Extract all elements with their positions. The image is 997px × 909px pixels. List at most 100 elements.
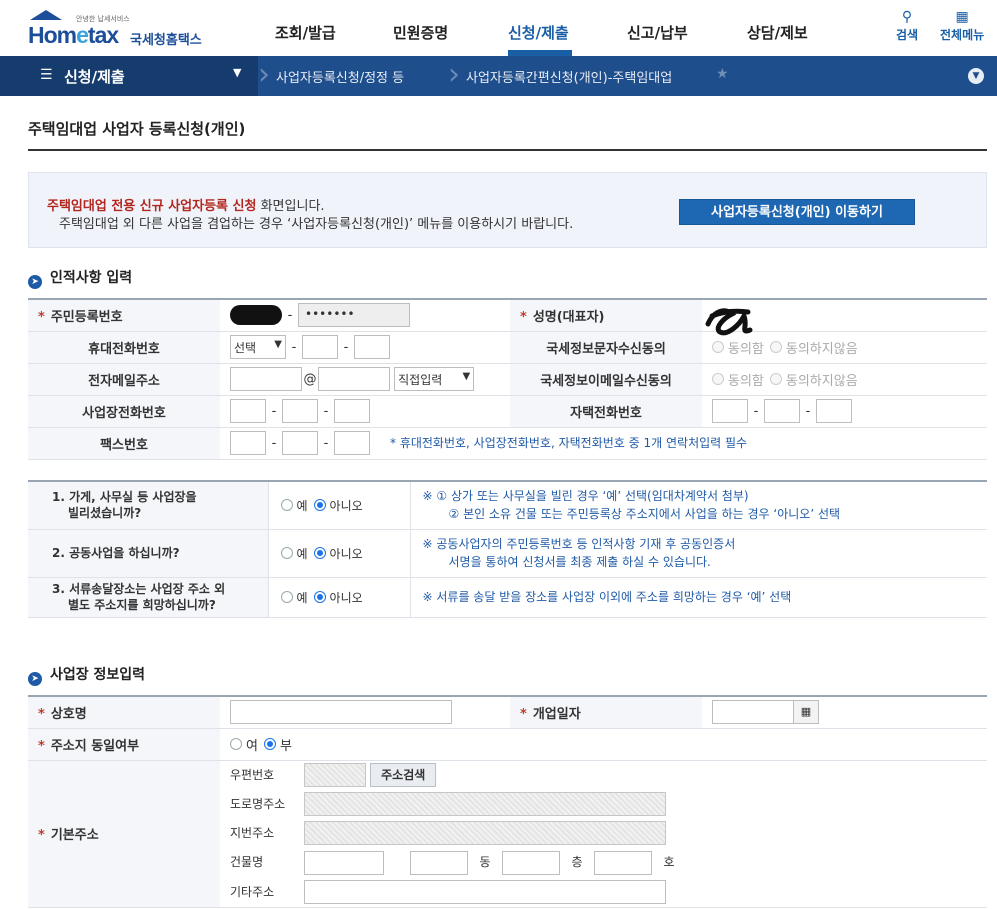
zip-input xyxy=(304,762,366,787)
breadcrumb-level2[interactable]: 사업자등록신청/정정 등 xyxy=(276,67,404,86)
rrn-back-field: ••••••• xyxy=(298,303,410,328)
home-phone-last-input[interactable] xyxy=(816,399,852,423)
email-domain-select[interactable]: 직접입력 ▼ xyxy=(394,367,475,391)
biz-phone-mid-input[interactable] xyxy=(282,399,318,423)
zip-row: 우편번호 주소검색 xyxy=(230,761,987,790)
question-2: 2. 공동사업을 하십니까? xyxy=(28,529,268,578)
etc-address-input[interactable] xyxy=(304,879,666,904)
email-id-input[interactable] xyxy=(230,367,302,391)
same-address-no-label: 부 xyxy=(279,738,292,754)
header-allmenu-button[interactable]: ▦ 전체메뉴 xyxy=(940,8,984,43)
trade-name-input[interactable] xyxy=(230,700,452,725)
home-phone-area-input[interactable] xyxy=(712,399,748,423)
q3-no-radio[interactable] xyxy=(313,591,326,603)
sms-consent-label: 국세정보문자수신동의 xyxy=(510,331,702,364)
basic-address-label-text: 기본주소 xyxy=(50,828,99,844)
question-1-options: 예 아니오 xyxy=(267,480,410,530)
fax-area-input[interactable] xyxy=(230,431,266,455)
location-menu-dropdown[interactable]: ☰ 신청/제출 ▼ xyxy=(0,56,258,96)
hometax-logo[interactable]: 안녕한 납세서비스 Hometax 국세청홈택스 xyxy=(28,10,218,50)
q1-note-line1: ※ ① 상가 또는 사무실을 빌린 경우 ‘예’ 선택(임대차계약서 첨부) xyxy=(422,489,749,504)
gnb-menu-certificate[interactable]: 민원증명 xyxy=(393,22,448,43)
dash: - xyxy=(271,403,277,419)
grid-icon: ▦ xyxy=(955,9,969,25)
trade-name-label: * 상호명 xyxy=(28,695,220,729)
rrn-label: * 주민등록번호 xyxy=(28,298,220,332)
gnb-menu-application[interactable]: 신청/제출 xyxy=(508,22,569,43)
mobile-last-input[interactable] xyxy=(354,335,390,359)
location-menu-label: 신청/제출 xyxy=(64,68,125,86)
lot-address-row: 지번주소 xyxy=(230,819,987,848)
goto-individual-registration-button[interactable]: 사업자등록신청(개인) 이동하기 xyxy=(679,199,915,225)
question-3-note: ※ 서류를 송달 받을 장소를 사업장 이외에 주소를 희망하는 경우 ‘예’ … xyxy=(409,577,987,618)
email-at: @ xyxy=(303,371,317,387)
logo-brand-part: Hom xyxy=(28,22,77,48)
open-date-cell: ▦ xyxy=(702,695,987,729)
breadcrumb-level3[interactable]: 사업자등록간편신청(개인)-주택임대업 xyxy=(466,67,672,86)
zip-label: 우편번호 xyxy=(230,767,275,782)
q2-no-radio[interactable] xyxy=(313,547,326,559)
building-ho-input[interactable] xyxy=(594,850,652,875)
fax-mid-input[interactable] xyxy=(282,431,318,455)
email-consent-label: 국세정보이메일수신동의 xyxy=(510,363,702,396)
calendar-icon[interactable]: ▦ xyxy=(793,700,819,725)
gnb-menu-report[interactable]: 신고/납부 xyxy=(627,22,688,43)
dong-unit: 동 xyxy=(479,855,491,870)
expand-chevron-icon[interactable]: ▼ xyxy=(968,68,984,84)
sms-disagree-radio[interactable] xyxy=(769,341,782,353)
lot-address-input xyxy=(304,821,666,846)
building-dong-input[interactable] xyxy=(410,850,468,875)
address-search-button[interactable]: 주소검색 xyxy=(370,762,437,787)
favorite-star-icon[interactable]: ★ xyxy=(716,66,729,82)
sms-disagree-label: 동의하지않음 xyxy=(785,341,858,357)
q3-no-label: 아니오 xyxy=(329,590,363,605)
same-address-no-radio[interactable] xyxy=(263,738,276,750)
same-address-yes-radio[interactable] xyxy=(230,738,242,750)
q2-yes-radio[interactable] xyxy=(280,547,293,559)
mobile-prefix-select[interactable]: 선택 ▼ xyxy=(230,335,286,359)
building-floor-input[interactable] xyxy=(502,850,560,875)
question-2-note: ※ 공동사업자의 주민등록번호 등 인적사항 기재 후 공동인증서 서명을 통하여… xyxy=(409,529,987,578)
fax-last-input[interactable] xyxy=(334,431,370,455)
road-address-row: 도로명주소 xyxy=(230,790,987,819)
q1-no-radio[interactable] xyxy=(313,499,326,512)
gnb-menu-consult[interactable]: 상담/제보 xyxy=(747,22,808,43)
page-title: 주택임대업 사업자 등록신청(개인) xyxy=(28,120,246,138)
notice-line1: 주택임대업 전용 신규 사업자등록 신청 화면입니다. xyxy=(47,195,325,214)
biz-phone-label: 사업장전화번호 xyxy=(28,395,220,428)
hamburger-icon: ☰ xyxy=(40,67,53,83)
notice-box: 주택임대업 전용 신규 사업자등록 신청 화면입니다. 주택임대업 외 다른 사… xyxy=(28,172,987,248)
q1-yes-radio[interactable] xyxy=(280,499,293,512)
email-consent-cell: 동의함 동의하지않음 xyxy=(702,363,987,396)
required-mark: * xyxy=(520,706,527,722)
email-domain-input[interactable] xyxy=(318,367,390,391)
email-agree-radio[interactable] xyxy=(712,373,724,385)
header-search-button[interactable]: ⚲ 검색 xyxy=(896,8,918,43)
building-name-input[interactable] xyxy=(304,850,384,875)
same-address-label-text: 주소지 동일여부 xyxy=(50,738,140,754)
basic-address-cell: 우편번호 주소검색 도로명주소 지번주소 건물명 동 층 호 기타주소 xyxy=(220,760,987,908)
logo-brand: Hometax xyxy=(28,22,119,49)
required-mark: * xyxy=(38,738,45,754)
open-date-input[interactable] xyxy=(712,700,794,725)
building-row: 건물명 동 층 호 xyxy=(230,848,987,877)
floor-unit: 층 xyxy=(571,855,583,870)
biz-phone-area-input[interactable] xyxy=(230,399,266,423)
same-address-yes-label: 여 xyxy=(246,738,258,754)
mobile-mid-input[interactable] xyxy=(302,335,338,359)
search-icon: ⚲ xyxy=(901,9,913,25)
sms-agree-radio[interactable] xyxy=(712,341,724,353)
q3-yes-radio[interactable] xyxy=(280,591,293,603)
question-1-line2: 빌리셨습니까? xyxy=(68,506,142,521)
question-1-line1: 1. 가게, 사무실 등 사업장을 xyxy=(52,490,197,505)
gnb-menu-inquiry[interactable]: 조회/발급 xyxy=(275,22,336,43)
question-1-note: ※ ① 상가 또는 사무실을 빌린 경우 ‘예’ 선택(임대차계약서 첨부) ② … xyxy=(409,480,987,530)
home-phone-mid-input[interactable] xyxy=(764,399,800,423)
name-label: * 성명(대표자) xyxy=(510,298,702,332)
section-business-label: 사업장 정보입력 xyxy=(50,667,146,683)
global-header: 안녕한 납세서비스 Hometax 국세청홈택스 조회/발급 민원증명 신청/제… xyxy=(0,0,997,56)
email-disagree-radio[interactable] xyxy=(769,373,782,385)
ho-unit: 호 xyxy=(663,855,675,870)
biz-phone-last-input[interactable] xyxy=(334,399,370,423)
logo-roof-icon xyxy=(30,10,62,20)
